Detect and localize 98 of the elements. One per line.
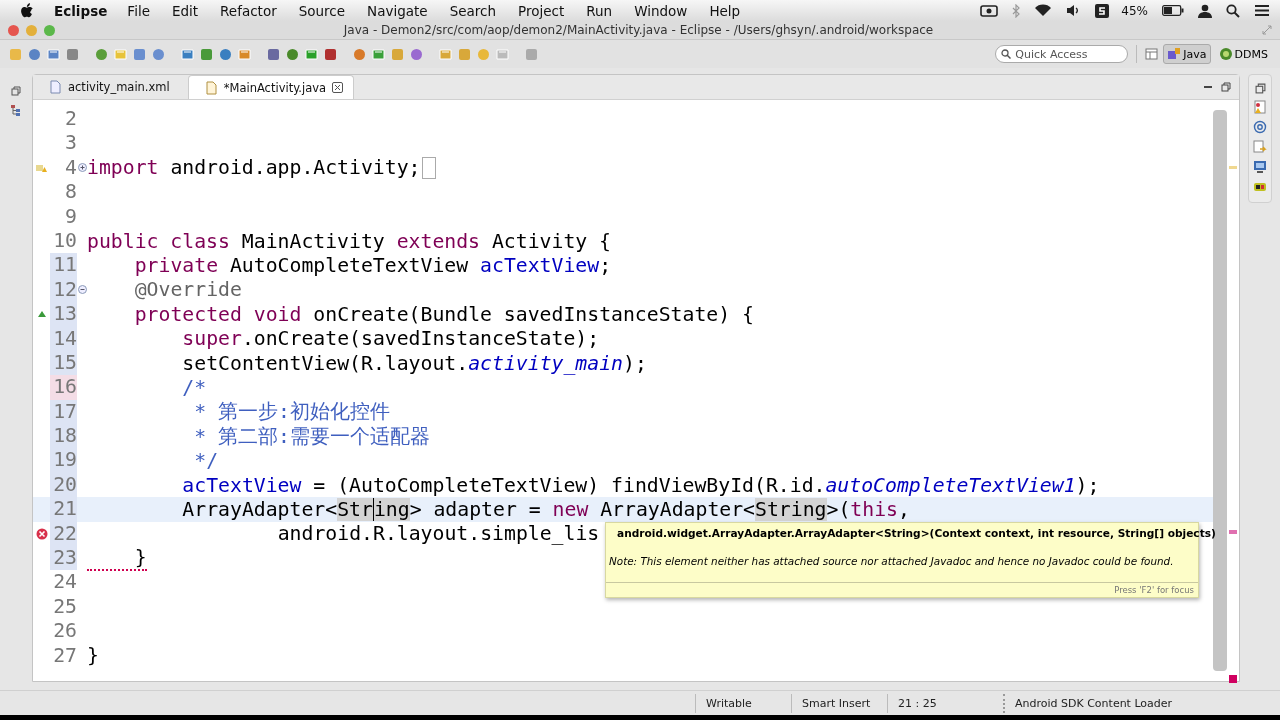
error-status-marker[interactable]	[1229, 675, 1237, 683]
code-line: setContentView(R.layout.activity_main);	[181, 351, 647, 375]
status-field: Writable	[695, 693, 791, 713]
battery-percent: 45%	[1121, 3, 1148, 18]
wifi-icon[interactable]	[1034, 4, 1053, 17]
tooltip-note: Note: This element neither has attached source nor attached Javadoc and hence no Javadoc could be found.	[608, 554, 1175, 569]
search-icon[interactable]	[1226, 3, 1240, 18]
code-line: acTextView = (AutoCompleteTextView) findViewById(R.id.autoCompleteTextView1);	[181, 473, 1100, 497]
line-number: 21	[50, 497, 77, 522]
camera-icon[interactable]	[980, 4, 999, 17]
file-icon	[49, 80, 62, 94]
monitor-icon[interactable]	[1253, 160, 1267, 174]
bluetooth-icon[interactable]	[1012, 3, 1021, 18]
menu-item[interactable]: Refactor	[220, 2, 277, 19]
menu-item[interactable]: Source	[298, 2, 346, 19]
line-number: 2	[64, 107, 77, 132]
code-line: import android.app.Activity;	[87, 156, 421, 180]
code-line: }	[87, 644, 99, 668]
code-line: */	[193, 449, 219, 473]
folded-code-box[interactable]	[422, 156, 437, 179]
line-number: 8	[64, 180, 77, 205]
menu-item[interactable]: Search	[449, 2, 497, 19]
collapse-icon[interactable]	[77, 285, 87, 295]
warning-icon	[36, 162, 47, 173]
line-number: 16	[50, 375, 77, 400]
zoom-window-button[interactable]	[44, 24, 55, 36]
error-marker[interactable]	[1229, 530, 1237, 534]
hierarchy-icon[interactable]	[10, 104, 22, 116]
menu-item[interactable]: Navigate	[367, 2, 428, 19]
status-field: Smart Insert	[791, 693, 887, 713]
apple-icon[interactable]	[20, 2, 34, 19]
close-icon[interactable]	[332, 82, 344, 93]
fullscreen-icon[interactable]	[1262, 25, 1272, 35]
code-line: }	[87, 545, 147, 571]
code-line: * 第二部:需要一个适配器	[193, 423, 430, 450]
menu-item[interactable]: Run	[586, 2, 613, 19]
line-number: 22	[50, 521, 77, 547]
window-title: Java - Demon2/src/com/aop/demon2/MainActivity.java - Eclipse - /Users/ghsyn/.android/workspace	[342, 23, 935, 37]
user-icon[interactable]	[1198, 3, 1212, 18]
menu-item[interactable]: File	[127, 2, 150, 19]
line-number: 20	[50, 472, 77, 498]
line-number: 19	[50, 448, 77, 473]
line-number: 24	[52, 570, 77, 595]
line-number: 18	[50, 424, 77, 449]
file-icon	[204, 80, 218, 95]
focus-hint: Press 'F2' for focus	[1114, 585, 1194, 595]
search-icon	[1001, 49, 1012, 59]
battery-icon[interactable]	[1162, 5, 1184, 16]
code-line: private AutoCompleteTextView acTextView;	[133, 254, 612, 278]
line-number: 11	[50, 253, 77, 278]
line-number: 14	[50, 326, 77, 351]
code-line: @Override	[133, 278, 242, 302]
tooltip-signature: android.widget.ArrayAdapter.ArrayAdapter<String>(Context context, int resource, String[] objects)	[617, 527, 1216, 539]
status-task: Android SDK Content Loader	[1003, 693, 1183, 713]
quick-access-field[interactable]: Quick Access	[995, 45, 1129, 63]
code-line: * 第一步:初始化控件	[193, 399, 390, 426]
app-menu[interactable]: Eclipse	[54, 2, 108, 19]
line-number: 23	[50, 546, 77, 571]
code-line: /*	[181, 376, 207, 399]
line-number: 4	[64, 155, 77, 181]
line-number: 25	[52, 594, 77, 620]
menu-item[interactable]: Window	[634, 2, 688, 19]
code-line: public class MainActivity extends Activity {	[87, 229, 612, 253]
line-number: 26	[52, 619, 77, 644]
restore-icon[interactable]	[11, 86, 21, 96]
restore-icon[interactable]	[1254, 83, 1266, 94]
declaration-icon[interactable]	[1253, 140, 1267, 154]
error-icon	[35, 527, 48, 540]
menu-item[interactable]: Help	[709, 2, 741, 19]
problems-icon[interactable]	[1253, 100, 1267, 114]
menu-item[interactable]: Project	[518, 2, 565, 19]
code-line: android.R.layout.simple_lis	[276, 522, 600, 546]
close-window-button[interactable]	[8, 24, 19, 36]
perspective-button[interactable]: DDMS	[1214, 44, 1272, 64]
line-number: 9	[64, 204, 77, 229]
perspective-button[interactable]: Java	[1163, 44, 1211, 64]
code-line: super.onCreate(savedInstanceState);	[181, 327, 600, 351]
editor-tab[interactable]: activity_main.xml	[33, 75, 180, 99]
line-number: 27	[52, 643, 77, 668]
line-number: 13	[50, 302, 77, 327]
code-line: protected void onCreate(Bundle savedInstanceState) {	[133, 302, 754, 326]
list-icon[interactable]	[1254, 4, 1270, 17]
editor-tab[interactable]: *MainActivity.java	[187, 75, 355, 99]
line-number: 3	[64, 131, 77, 156]
warning-marker[interactable]	[1229, 166, 1237, 169]
open-perspective-icon[interactable]	[1145, 47, 1160, 61]
scrollbar-thumb[interactable]	[1213, 110, 1227, 671]
expand-icon[interactable]	[77, 163, 87, 173]
menu-item[interactable]: Edit	[171, 2, 199, 19]
line-number: 17	[50, 399, 77, 425]
triangle-icon	[37, 311, 46, 318]
line-number: 15	[50, 350, 77, 376]
status-field: 21 : 25	[887, 693, 983, 713]
s-badge-icon[interactable]	[1095, 3, 1110, 18]
maximize-icon[interactable]	[1221, 82, 1231, 92]
code-line: ArrayAdapter<String> adapter = new ArrayAdapter<String>(this,	[181, 497, 910, 521]
line-number: 10	[52, 228, 77, 254]
line-number: 12	[50, 277, 77, 303]
